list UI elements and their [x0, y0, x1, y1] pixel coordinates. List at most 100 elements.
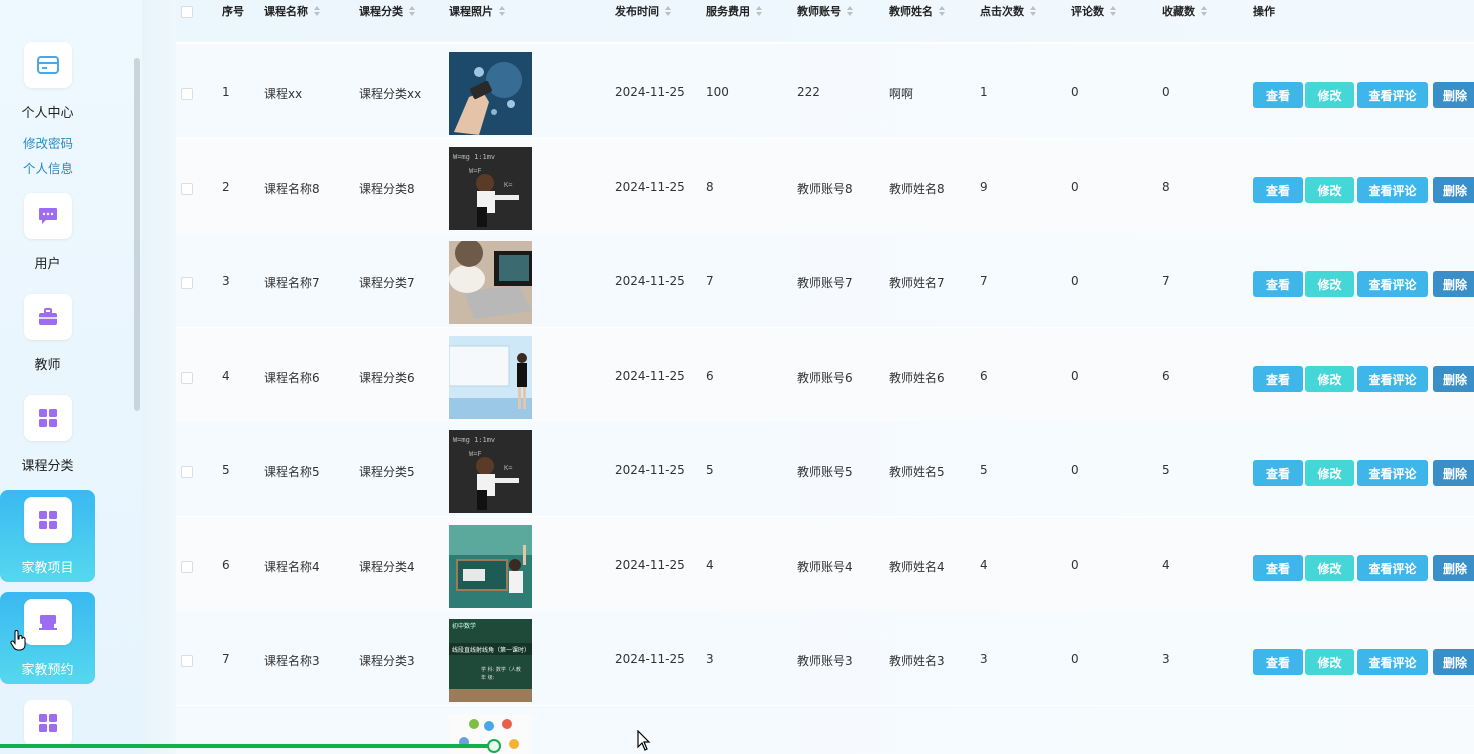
- sidebar-item-tutoring-projects[interactable]: 家教项目: [0, 490, 95, 582]
- view-button[interactable]: 查看: [1253, 366, 1303, 392]
- delete-button[interactable]: 删除: [1433, 555, 1474, 581]
- cell-no: 6: [222, 558, 230, 572]
- header-favorites[interactable]: 收藏数: [1162, 3, 1207, 19]
- sort-icon[interactable]: [314, 6, 320, 16]
- header-teacher-account[interactable]: 教师账号: [797, 3, 853, 19]
- delete-button[interactable]: 删除: [1433, 366, 1474, 392]
- header-actions: 操作: [1253, 5, 1275, 18]
- header-service-fee[interactable]: 服务费用: [706, 3, 762, 19]
- header-publish-time[interactable]: 发布时间: [615, 3, 671, 19]
- view-comments-button[interactable]: 查看评论: [1357, 649, 1428, 675]
- edit-button[interactable]: 修改: [1305, 177, 1354, 203]
- delete-button[interactable]: 删除: [1433, 177, 1474, 203]
- row-checkbox[interactable]: [181, 88, 193, 100]
- cell-course-category: 课程分类xx: [359, 87, 422, 101]
- row-checkbox[interactable]: [181, 466, 193, 478]
- personal-info-link[interactable]: 个人信息: [23, 158, 73, 177]
- course-photo: W=mg 1:1mv W=F K=: [449, 430, 532, 513]
- edit-button[interactable]: 修改: [1305, 555, 1354, 581]
- cell-service-fee: 100: [706, 85, 729, 99]
- table-header: 序号 课程名称 课程分类 课程照片 发布时间 服务费用 教师账号 教师姓名 点击…: [176, 0, 1474, 42]
- view-button[interactable]: 查看: [1253, 555, 1303, 581]
- row-checkbox[interactable]: [181, 277, 193, 289]
- view-button[interactable]: 查看: [1253, 177, 1303, 203]
- card-icon: [23, 42, 72, 88]
- sort-icon[interactable]: [847, 6, 853, 16]
- cell-course-name: 课程名称8: [264, 182, 320, 196]
- sidebar-item-course-category[interactable]: 课程分类: [0, 395, 95, 485]
- sidebar-item-personal-center[interactable]: 个人中心: [0, 42, 95, 132]
- cell-service-fee: 3: [706, 652, 714, 666]
- delete-button[interactable]: 删除: [1433, 460, 1474, 486]
- view-comments-button[interactable]: 查看评论: [1357, 271, 1428, 297]
- cell-publish-time: 2024-11-25: [615, 85, 685, 99]
- sort-icon[interactable]: [756, 6, 762, 16]
- edit-button[interactable]: 修改: [1305, 271, 1354, 297]
- view-comments-button[interactable]: 查看评论: [1357, 82, 1428, 108]
- sort-icon[interactable]: [1201, 6, 1207, 16]
- cell-course-name: 课程xx: [264, 87, 303, 101]
- cell-favorites: 0: [1162, 85, 1170, 99]
- cell-teacher-account: 教师账号3: [797, 654, 853, 668]
- svg-text:K=: K=: [504, 464, 512, 472]
- table-row: 3 课程名称7 课程分类7 2024-11-25 7 教师账号7 教师姓名7 7 0 7 查看 修改查…: [176, 233, 1474, 327]
- change-password-link[interactable]: 修改密码: [23, 133, 73, 152]
- sort-icon[interactable]: [1110, 6, 1116, 16]
- course-photo: 初中数学 线段直线射线角（第一课时） 学 科: 数学（人教年 级:: [449, 619, 532, 702]
- view-button[interactable]: 查看: [1253, 460, 1303, 486]
- header-label: 教师账号: [797, 5, 841, 18]
- sidebar-scrollbar[interactable]: [134, 58, 140, 411]
- view-comments-button[interactable]: 查看评论: [1357, 460, 1428, 486]
- header-course-photo[interactable]: 课程照片: [449, 3, 505, 19]
- cell-clicks: 5: [980, 463, 988, 477]
- view-comments-button[interactable]: 查看评论: [1357, 555, 1428, 581]
- cell-course-name: 课程名称5: [264, 465, 320, 479]
- course-photo: [449, 336, 532, 419]
- cell-comment-count: 0: [1071, 558, 1079, 572]
- cell-clicks: 1: [980, 85, 988, 99]
- sort-icon[interactable]: [939, 6, 945, 16]
- edit-button[interactable]: 修改: [1305, 460, 1354, 486]
- cell-course-category: 课程分类8: [359, 182, 415, 196]
- sort-icon[interactable]: [409, 6, 415, 16]
- row-checkbox[interactable]: [181, 561, 193, 573]
- progress-knob: [487, 739, 501, 753]
- delete-button[interactable]: 删除: [1433, 649, 1474, 675]
- header-teacher-name[interactable]: 教师姓名: [889, 3, 945, 19]
- edit-button[interactable]: 修改: [1305, 649, 1354, 675]
- sort-icon[interactable]: [665, 6, 671, 16]
- sort-icon[interactable]: [1030, 6, 1036, 16]
- header-course-name[interactable]: 课程名称: [264, 3, 320, 19]
- row-checkbox[interactable]: [181, 372, 193, 384]
- header-course-category[interactable]: 课程分类: [359, 3, 415, 19]
- sidebar-item-users[interactable]: 用户: [0, 193, 95, 283]
- header-comment-count[interactable]: 评论数: [1071, 3, 1116, 19]
- cell-teacher-account: 教师账号4: [797, 560, 853, 574]
- cell-teacher-account: 教师账号5: [797, 465, 853, 479]
- edit-button[interactable]: 修改: [1305, 366, 1354, 392]
- cell-teacher-name: 啊啊: [889, 87, 914, 101]
- row-checkbox[interactable]: [181, 655, 193, 667]
- cell-publish-time: 2024-11-25: [615, 652, 685, 666]
- sidebar-item-teachers[interactable]: 教师: [0, 294, 95, 384]
- edit-button[interactable]: 修改: [1305, 82, 1354, 108]
- cell-no: 2: [222, 180, 230, 194]
- delete-button[interactable]: 删除: [1433, 82, 1474, 108]
- cell-teacher-name: 教师姓名3: [889, 654, 945, 668]
- select-all-checkbox[interactable]: [181, 6, 193, 18]
- header-label: 课程分类: [359, 5, 403, 18]
- view-button[interactable]: 查看: [1253, 271, 1303, 297]
- table-row: 7 课程名称3 课程分类3 2024-11-25 3 教师账号3 教师姓名3 3 0 3 初中数学线…: [176, 611, 1474, 705]
- header-clicks[interactable]: 点击次数: [980, 3, 1036, 19]
- delete-button[interactable]: 删除: [1433, 271, 1474, 297]
- view-button[interactable]: 查看: [1253, 82, 1303, 108]
- svg-text:W=mg 1:1mv: W=mg 1:1mv: [453, 436, 495, 444]
- view-comments-button[interactable]: 查看评论: [1357, 366, 1428, 392]
- sort-icon[interactable]: [499, 6, 505, 16]
- cell-comment-count: 0: [1071, 85, 1079, 99]
- view-button[interactable]: 查看: [1253, 649, 1303, 675]
- cell-teacher-name: 教师姓名4: [889, 560, 945, 574]
- cell-teacher-account: 222: [797, 85, 820, 99]
- row-checkbox[interactable]: [181, 183, 193, 195]
- view-comments-button[interactable]: 查看评论: [1357, 177, 1428, 203]
